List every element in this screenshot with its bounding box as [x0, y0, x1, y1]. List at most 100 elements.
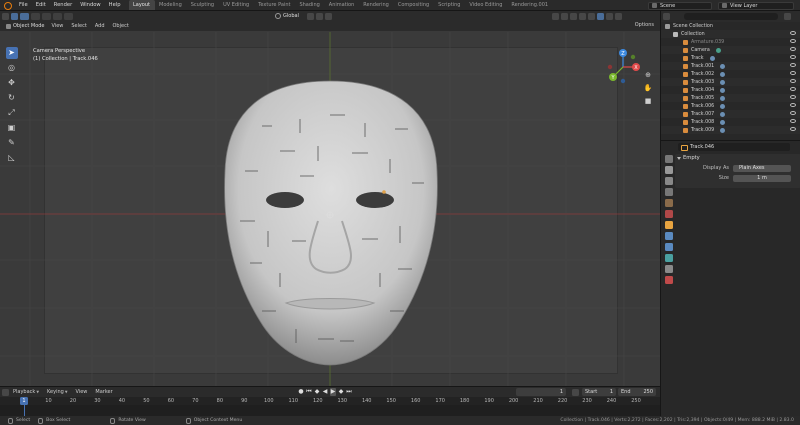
scene-selector[interactable]: Scene: [648, 1, 712, 10]
visibility-icon[interactable]: [551, 12, 559, 20]
timeline[interactable]: Playback▼ Keying▼ View Marker ● ⏮ ◆ ◀ ▶ …: [0, 386, 660, 417]
annotate-tool-icon[interactable]: ✎: [6, 137, 18, 149]
overlay-toggle-icon[interactable]: [569, 12, 577, 20]
outliner-object-row[interactable]: Armature.039: [661, 38, 800, 46]
outliner-object-row[interactable]: Track.006: [661, 102, 800, 110]
options-dropdown[interactable]: Options: [635, 22, 654, 28]
particles-tab-icon[interactable]: [665, 243, 673, 251]
outliner-object-row[interactable]: Track.007: [661, 110, 800, 118]
select-new-icon[interactable]: [20, 12, 29, 20]
menu-view[interactable]: View: [48, 23, 68, 29]
pan-icon[interactable]: ✋: [643, 83, 653, 93]
next-key-icon[interactable]: ◆: [338, 388, 344, 396]
filter-icon[interactable]: [784, 13, 791, 20]
tab-rendering[interactable]: Rendering: [359, 0, 394, 10]
xray-toggle-icon[interactable]: [578, 12, 586, 20]
cursor-tool-icon[interactable]: ◎: [6, 62, 18, 74]
jump-end-icon[interactable]: ⏭: [346, 388, 352, 396]
outliner-editor-icon[interactable]: [663, 13, 670, 20]
select-invert-icon[interactable]: [53, 12, 62, 20]
size-field[interactable]: 1 m: [733, 174, 791, 182]
camera-view-icon[interactable]: ■: [643, 96, 653, 106]
object-name-field[interactable]: Track.046: [678, 143, 790, 151]
constraint-icon[interactable]: [720, 103, 726, 109]
rotate-tool-icon[interactable]: ↻: [6, 92, 18, 104]
solid-shading-icon[interactable]: [596, 12, 604, 20]
tab-video-editing[interactable]: Video Editing: [465, 0, 507, 10]
play-icon[interactable]: ▶: [330, 388, 336, 396]
timeline-editor-icon[interactable]: [2, 388, 9, 396]
constraint-icon[interactable]: [720, 95, 726, 101]
visibility-eye-icon[interactable]: [790, 55, 796, 59]
start-frame-field[interactable]: Start 1: [582, 388, 616, 396]
outliner-object-row[interactable]: Track.004: [661, 86, 800, 94]
blender-logo-icon[interactable]: [3, 1, 13, 10]
constraint-icon[interactable]: [720, 87, 726, 93]
outliner-object-row[interactable]: Track.009: [661, 126, 800, 134]
tab-texture-paint[interactable]: Texture Paint: [254, 0, 295, 10]
outliner-object-row[interactable]: Track.003: [661, 78, 800, 86]
constraints-tab-icon[interactable]: [665, 265, 673, 273]
menu-marker[interactable]: Marker: [91, 389, 116, 395]
empty-panel-title[interactable]: Empty: [675, 154, 800, 163]
tab-modeling[interactable]: Modeling: [155, 0, 187, 10]
visibility-eye-icon[interactable]: [790, 127, 796, 131]
outliner-search-input[interactable]: [684, 13, 778, 20]
menu-select[interactable]: Select: [67, 23, 90, 29]
constraint-icon[interactable]: [720, 127, 726, 133]
properties-editor[interactable]: Track.046 Empty Display As Plain Axes Si…: [660, 140, 800, 416]
display-as-dropdown[interactable]: Plain Axes: [733, 164, 791, 172]
menu-add[interactable]: Add: [91, 23, 109, 29]
3d-viewport[interactable]: Global Object Mode View Select Add Objec…: [0, 11, 660, 386]
rendered-shading-icon[interactable]: [614, 12, 622, 20]
menu-keying[interactable]: Keying▼: [43, 389, 72, 395]
tab-uv-editing[interactable]: UV Editing: [219, 0, 254, 10]
clock-icon[interactable]: [572, 388, 579, 396]
tab-sculpting[interactable]: Sculpting: [186, 0, 218, 10]
menu-object[interactable]: Object: [109, 23, 133, 29]
outliner-object-row[interactable]: Track.008: [661, 118, 800, 126]
tab-rendering-001[interactable]: Rendering.001: [507, 0, 553, 10]
constraint-icon[interactable]: [720, 111, 726, 117]
constraint-icon[interactable]: [720, 119, 726, 125]
select-mode-icon[interactable]: [11, 12, 18, 20]
visibility-eye-icon[interactable]: [790, 119, 796, 123]
outliner-object-row[interactable]: Camera: [661, 46, 800, 54]
scale-tool-icon[interactable]: ⤢: [6, 107, 18, 119]
frame-ruler[interactable]: 0102030405060708090100110120130140150160…: [0, 397, 660, 405]
output-tab-icon[interactable]: [665, 177, 673, 185]
visibility-eye-icon[interactable]: [790, 39, 796, 43]
tab-shading[interactable]: Shading: [295, 0, 324, 10]
tab-scripting[interactable]: Scripting: [434, 0, 465, 10]
orientation-dropdown[interactable]: Global: [275, 13, 299, 19]
visibility-eye-icon[interactable]: [790, 31, 796, 35]
modifier-tab-icon[interactable]: [665, 232, 673, 240]
visibility-eye-icon[interactable]: [790, 79, 796, 83]
visibility-eye-icon[interactable]: [790, 47, 796, 51]
object-tab-icon[interactable]: [665, 221, 673, 229]
playhead-marker[interactable]: 1: [20, 397, 28, 405]
visibility-eye-icon[interactable]: [790, 87, 796, 91]
snap-icon[interactable]: [315, 12, 323, 20]
constraint-icon[interactable]: [720, 71, 726, 77]
render-tab-icon[interactable]: [665, 166, 673, 174]
wireframe-shading-icon[interactable]: [587, 12, 595, 20]
record-icon[interactable]: ●: [298, 388, 304, 396]
outliner-object-row[interactable]: Track.002: [661, 70, 800, 78]
tool-tab-icon[interactable]: [665, 155, 673, 163]
menu-timeline-view[interactable]: View: [72, 389, 92, 395]
world-tab-icon[interactable]: [665, 210, 673, 218]
select-extend-icon[interactable]: [31, 12, 40, 20]
prev-key-icon[interactable]: ◆: [314, 388, 320, 396]
mode-dropdown[interactable]: Object Mode: [3, 23, 48, 29]
outliner[interactable]: Scene Collection Collection Armature.039 Ca…: [660, 11, 800, 140]
measure-tool-icon[interactable]: ◺: [6, 152, 18, 164]
gizmo-toggle-icon[interactable]: [560, 12, 568, 20]
material-shading-icon[interactable]: [605, 12, 613, 20]
menu-render[interactable]: Render: [50, 2, 76, 8]
outliner-collection-row[interactable]: Collection: [661, 30, 800, 38]
select-subtract-icon[interactable]: [42, 12, 51, 20]
data-tab-icon[interactable]: [665, 276, 673, 284]
current-frame-field[interactable]: 1: [516, 388, 566, 396]
visibility-eye-icon[interactable]: [790, 103, 796, 107]
